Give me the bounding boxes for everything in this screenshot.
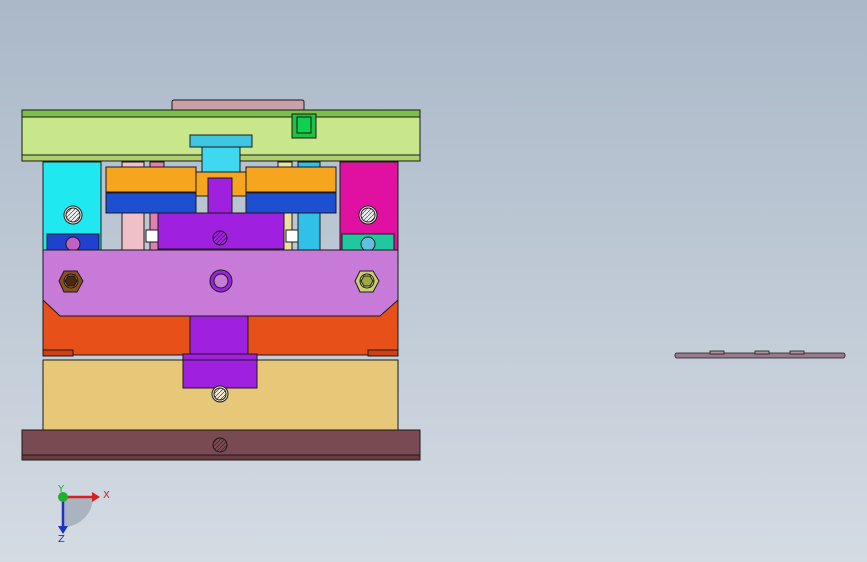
moving-plate-lip-right: [367, 349, 399, 357]
triad-y-label: Y: [57, 484, 65, 495]
mold-assembly[interactable]: [21, 99, 421, 461]
triad-z-label: Z: [58, 534, 65, 545]
screw-left-upper[interactable]: [63, 205, 83, 225]
screw-right-lower[interactable]: [360, 236, 376, 252]
bottom-clamp-plate-edge: [21, 454, 421, 461]
screw-right-upper[interactable]: [358, 205, 378, 225]
center-bolt[interactable]: [209, 269, 233, 293]
runner-plate-right[interactable]: [245, 192, 337, 214]
stripper-plate-right[interactable]: [245, 166, 337, 193]
center-insert-screw[interactable]: [212, 230, 228, 246]
locating-ring[interactable]: [189, 134, 253, 148]
support-plate-window: [182, 359, 258, 389]
runner-plate-left[interactable]: [105, 192, 197, 214]
moving-plate-lip-left: [42, 349, 74, 357]
screw-left-lower[interactable]: [65, 236, 81, 252]
stripper-plate-left[interactable]: [105, 166, 197, 193]
sprue-stem[interactable]: [207, 177, 233, 217]
cad-viewport[interactable]: X Y Z: [0, 0, 867, 562]
bracket-left[interactable]: [145, 229, 159, 243]
support-plate-screw-core: [213, 387, 227, 401]
bottom-clamp-screw[interactable]: [212, 437, 228, 453]
triad-x-label: X: [103, 490, 110, 501]
bracket-right[interactable]: [285, 229, 299, 243]
locating-pin-core: [296, 116, 312, 134]
